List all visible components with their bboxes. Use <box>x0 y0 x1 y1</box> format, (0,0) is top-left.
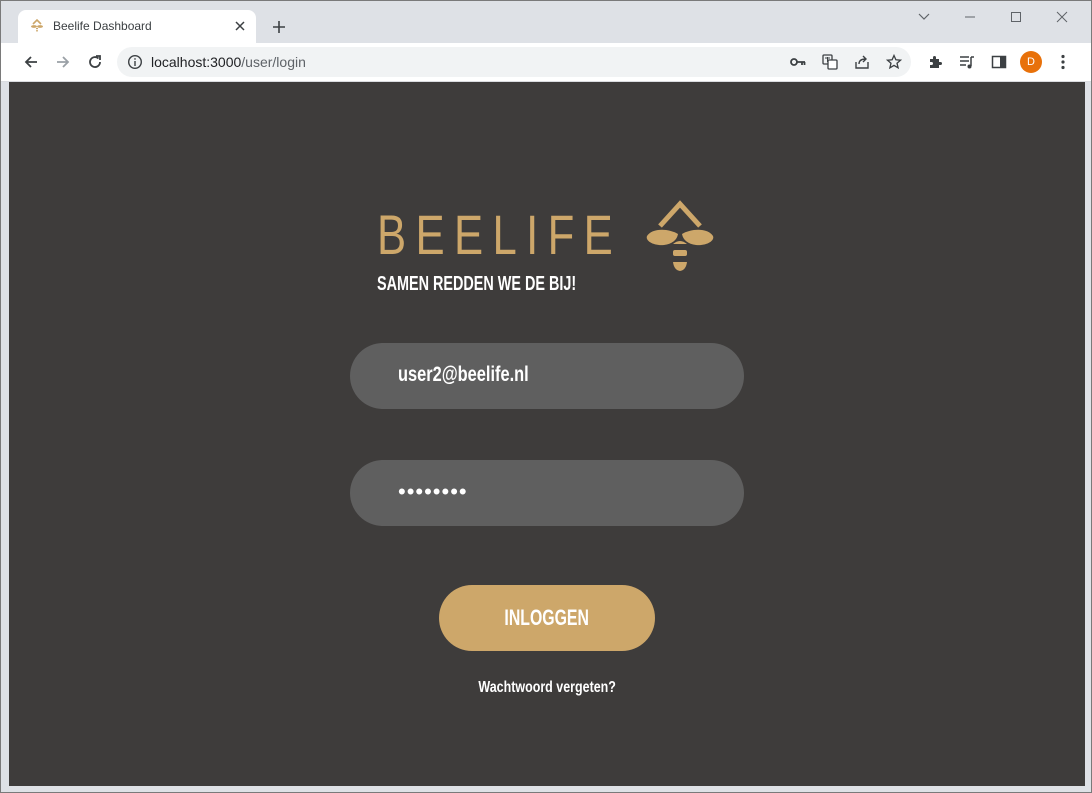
bee-logo-icon <box>644 198 716 282</box>
email-field[interactable]: user2@beelife.nl <box>350 343 744 409</box>
beelife-favicon <box>29 18 45 34</box>
profile-avatar[interactable]: D <box>1020 51 1042 73</box>
password-value: •••••••• <box>398 479 468 504</box>
url-text[interactable]: localhost:3000/user/login <box>151 54 306 70</box>
translate-icon[interactable] <box>821 54 839 70</box>
login-page: BEELIFE SAMEN REDDEN WE DE BIJ! user2@be… <box>9 82 1085 786</box>
side-panel-icon[interactable] <box>988 52 1010 72</box>
browser-tab[interactable]: Beelife Dashboard <box>18 10 256 44</box>
back-icon[interactable] <box>20 52 42 72</box>
url-host: localhost:3000 <box>151 54 242 70</box>
media-control-icon[interactable] <box>956 52 978 72</box>
maximize-icon[interactable] <box>1005 7 1027 27</box>
browser-toolbar: localhost:3000/user/login D <box>1 43 1091 82</box>
password-key-icon[interactable] <box>789 54 807 70</box>
window-close-icon[interactable] <box>1051 7 1073 27</box>
tab-strip: Beelife Dashboard <box>1 1 1091 44</box>
forward-icon[interactable] <box>52 52 74 72</box>
minimize-icon[interactable] <box>959 7 981 27</box>
site-info-icon[interactable] <box>127 54 143 70</box>
url-path: /user/login <box>241 54 306 70</box>
password-field[interactable]: •••••••• <box>350 460 744 526</box>
tab-title: Beelife Dashboard <box>53 19 152 33</box>
address-bar[interactable]: localhost:3000/user/login <box>117 47 911 77</box>
login-button-label: INLOGGEN <box>504 605 590 630</box>
tab-close-icon[interactable] <box>232 18 248 34</box>
login-button[interactable]: INLOGGEN <box>439 585 655 651</box>
brand-wordmark: BEELIFE <box>377 203 623 266</box>
share-icon[interactable] <box>853 54 871 70</box>
browser-window: Beelife Dashboard localhost:3000/user/lo… <box>0 0 1092 793</box>
bookmark-star-icon[interactable] <box>885 54 903 70</box>
forgot-password-link[interactable]: Wachtwoord vergeten? <box>397 679 697 697</box>
email-value: user2@beelife.nl <box>398 363 529 386</box>
reload-icon[interactable] <box>84 52 106 72</box>
new-tab-icon[interactable] <box>269 17 289 37</box>
tab-search-icon[interactable] <box>913 7 935 27</box>
browser-menu-icon[interactable] <box>1052 52 1074 72</box>
tagline: SAMEN REDDEN WE DE BIJ! <box>377 273 577 295</box>
forgot-password-label: Wachtwoord vergeten? <box>478 679 616 696</box>
extensions-icon[interactable] <box>924 52 946 72</box>
